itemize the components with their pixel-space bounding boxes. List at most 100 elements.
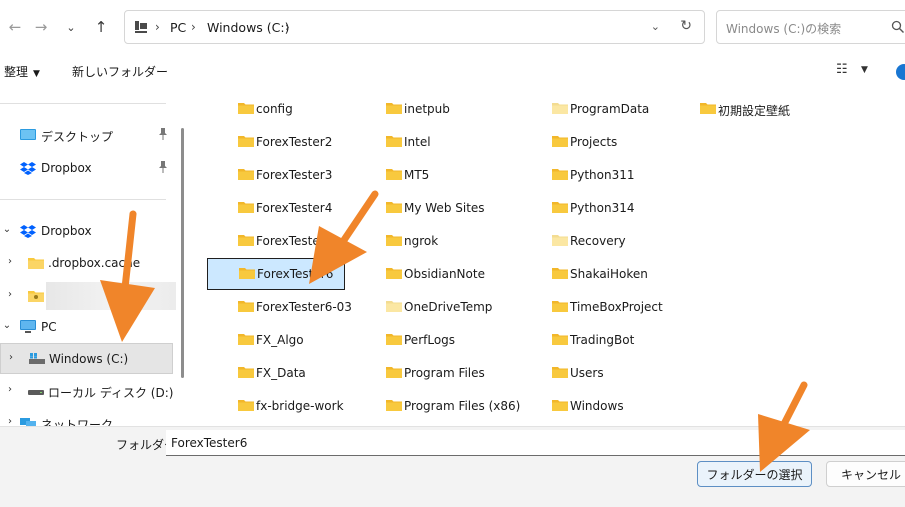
folder-icon (238, 169, 254, 180)
file-item[interactable]: ForexTester6-03 (238, 295, 388, 319)
folder-icon (238, 334, 254, 345)
nav-item-windows-c[interactable]: › Windows (C:) (0, 343, 173, 374)
address-dropdown-icon[interactable]: ⌄ (651, 20, 660, 33)
file-item[interactable]: Program Files (386, 361, 536, 385)
file-item[interactable]: Python311 (552, 163, 702, 187)
refresh-icon[interactable]: ↻ (680, 18, 692, 34)
annotation-arrow-icon (100, 210, 155, 342)
pin-icon (159, 161, 167, 173)
file-item[interactable]: OneDriveTemp (386, 295, 536, 319)
file-name: ForexTester3 (256, 168, 333, 182)
file-item[interactable]: PerfLogs (386, 328, 536, 352)
file-item[interactable]: inetpub (386, 97, 536, 121)
file-item[interactable]: fx-bridge-work (238, 394, 388, 418)
file-item[interactable]: ForexTester2 (238, 130, 388, 154)
search-box[interactable]: Windows (C:)の検索 (716, 10, 905, 44)
chevron-right-icon[interactable]: › (5, 256, 15, 267)
address-bar-row: ← → ⌄ ↑ › PC › Windows (C:) › ⌄ ↻ Window… (0, 0, 905, 56)
file-item[interactable]: TimeBoxProject (552, 295, 702, 319)
folder-icon (386, 367, 402, 378)
breadcrumb-windows-c[interactable]: Windows (C:) (207, 20, 289, 35)
back-arrow-icon[interactable]: ← (4, 16, 26, 38)
file-item[interactable]: ProgramData (552, 97, 702, 121)
new-folder-button[interactable]: 新しいフォルダー (72, 63, 168, 80)
folder-icon (552, 136, 568, 147)
file-item[interactable]: MT5 (386, 163, 536, 187)
folder-icon (238, 103, 254, 114)
file-name: Program Files (x86) (404, 399, 521, 413)
nav-item-drive-d[interactable]: › ローカル ディスク (D:) (0, 376, 175, 406)
breadcrumb-pc[interactable]: PC (170, 20, 186, 35)
file-item[interactable]: Projects (552, 130, 702, 154)
folder-icon (239, 268, 255, 279)
file-name: Users (570, 366, 604, 380)
file-item[interactable]: FX_Data (238, 361, 388, 385)
chevron-down-icon[interactable]: ⌄ (2, 320, 12, 331)
file-name: ngrok (404, 234, 439, 248)
file-item[interactable]: Program Files (x86) (386, 394, 536, 418)
file-name: fx-bridge-work (256, 399, 344, 413)
breadcrumb-separator: › (155, 20, 160, 34)
pc-icon (20, 320, 36, 333)
file-item[interactable]: ForexTester3 (238, 163, 388, 187)
nav-label: PC (41, 320, 57, 334)
chevron-down-icon[interactable]: ⌄ (2, 224, 12, 235)
file-item[interactable]: Recovery (552, 229, 702, 253)
file-name: My Web Sites (404, 201, 485, 215)
nav-item-dropbox-pinned[interactable]: Dropbox (0, 153, 175, 183)
folder-icon (238, 400, 254, 411)
file-name: Program Files (404, 366, 485, 380)
chevron-right-icon[interactable]: › (6, 352, 16, 363)
nav-divider (0, 199, 166, 200)
file-item[interactable]: Users (552, 361, 702, 385)
pc-icon (135, 21, 147, 33)
folder-icon (552, 235, 568, 246)
file-item[interactable]: ShakaiHoken (552, 262, 702, 286)
file-item[interactable]: config (238, 97, 388, 121)
file-item[interactable]: My Web Sites (386, 196, 536, 220)
file-item[interactable]: Windows (552, 394, 702, 418)
view-options-icon[interactable]: ☷ (836, 62, 848, 77)
file-name: config (256, 102, 293, 116)
nav-label: デスクトップ (41, 130, 114, 144)
folder-icon (238, 136, 254, 147)
folder-icon (28, 258, 44, 269)
nav-label: Windows (C:) (49, 352, 129, 366)
file-item[interactable]: 初期設定壁紙 (700, 97, 850, 121)
folder-icon (552, 334, 568, 345)
file-name: OneDriveTemp (404, 300, 493, 314)
file-name: inetpub (404, 102, 450, 116)
file-item[interactable]: TradingBot (552, 328, 702, 352)
file-item[interactable]: ObsidianNote (386, 262, 536, 286)
folder-icon (386, 202, 402, 213)
folder-icon (386, 235, 402, 246)
up-arrow-icon[interactable]: ↑ (90, 16, 112, 38)
dropbox-icon (20, 162, 36, 175)
folder-user-icon (28, 291, 44, 302)
search-placeholder: Windows (C:)の検索 (726, 22, 842, 36)
file-item[interactable]: Intel (386, 130, 536, 154)
help-icon[interactable] (896, 64, 905, 80)
forward-arrow-icon[interactable]: → (30, 16, 52, 38)
folder-icon (238, 301, 254, 312)
file-name: FX_Algo (256, 333, 304, 347)
chevron-right-icon[interactable]: › (5, 289, 15, 300)
nav-item-network[interactable]: › ネットワーク (0, 408, 175, 426)
breadcrumb-separator[interactable]: › (285, 20, 290, 34)
file-item[interactable]: Python314 (552, 196, 702, 220)
cancel-button[interactable]: キャンセル (826, 461, 905, 487)
file-name: Intel (404, 135, 431, 149)
file-name: ForexTester2 (256, 135, 333, 149)
chevron-right-icon[interactable]: › (5, 416, 15, 426)
nav-scrollbar[interactable] (181, 128, 184, 378)
chevron-right-icon[interactable]: › (5, 384, 15, 395)
file-item[interactable]: ngrok (386, 229, 536, 253)
file-item[interactable]: FX_Algo (238, 328, 388, 352)
view-options-caret-icon[interactable]: ▼ (861, 65, 868, 75)
nav-item-desktop[interactable]: デスクトップ (0, 120, 175, 150)
recent-locations-chevron-icon[interactable]: ⌄ (60, 16, 82, 38)
file-name: TimeBoxProject (570, 300, 663, 314)
organize-button[interactable]: 整理 ▼ (4, 63, 40, 80)
address-bar[interactable]: › PC › Windows (C:) › ⌄ ↻ (124, 10, 705, 44)
file-name: PerfLogs (404, 333, 456, 347)
